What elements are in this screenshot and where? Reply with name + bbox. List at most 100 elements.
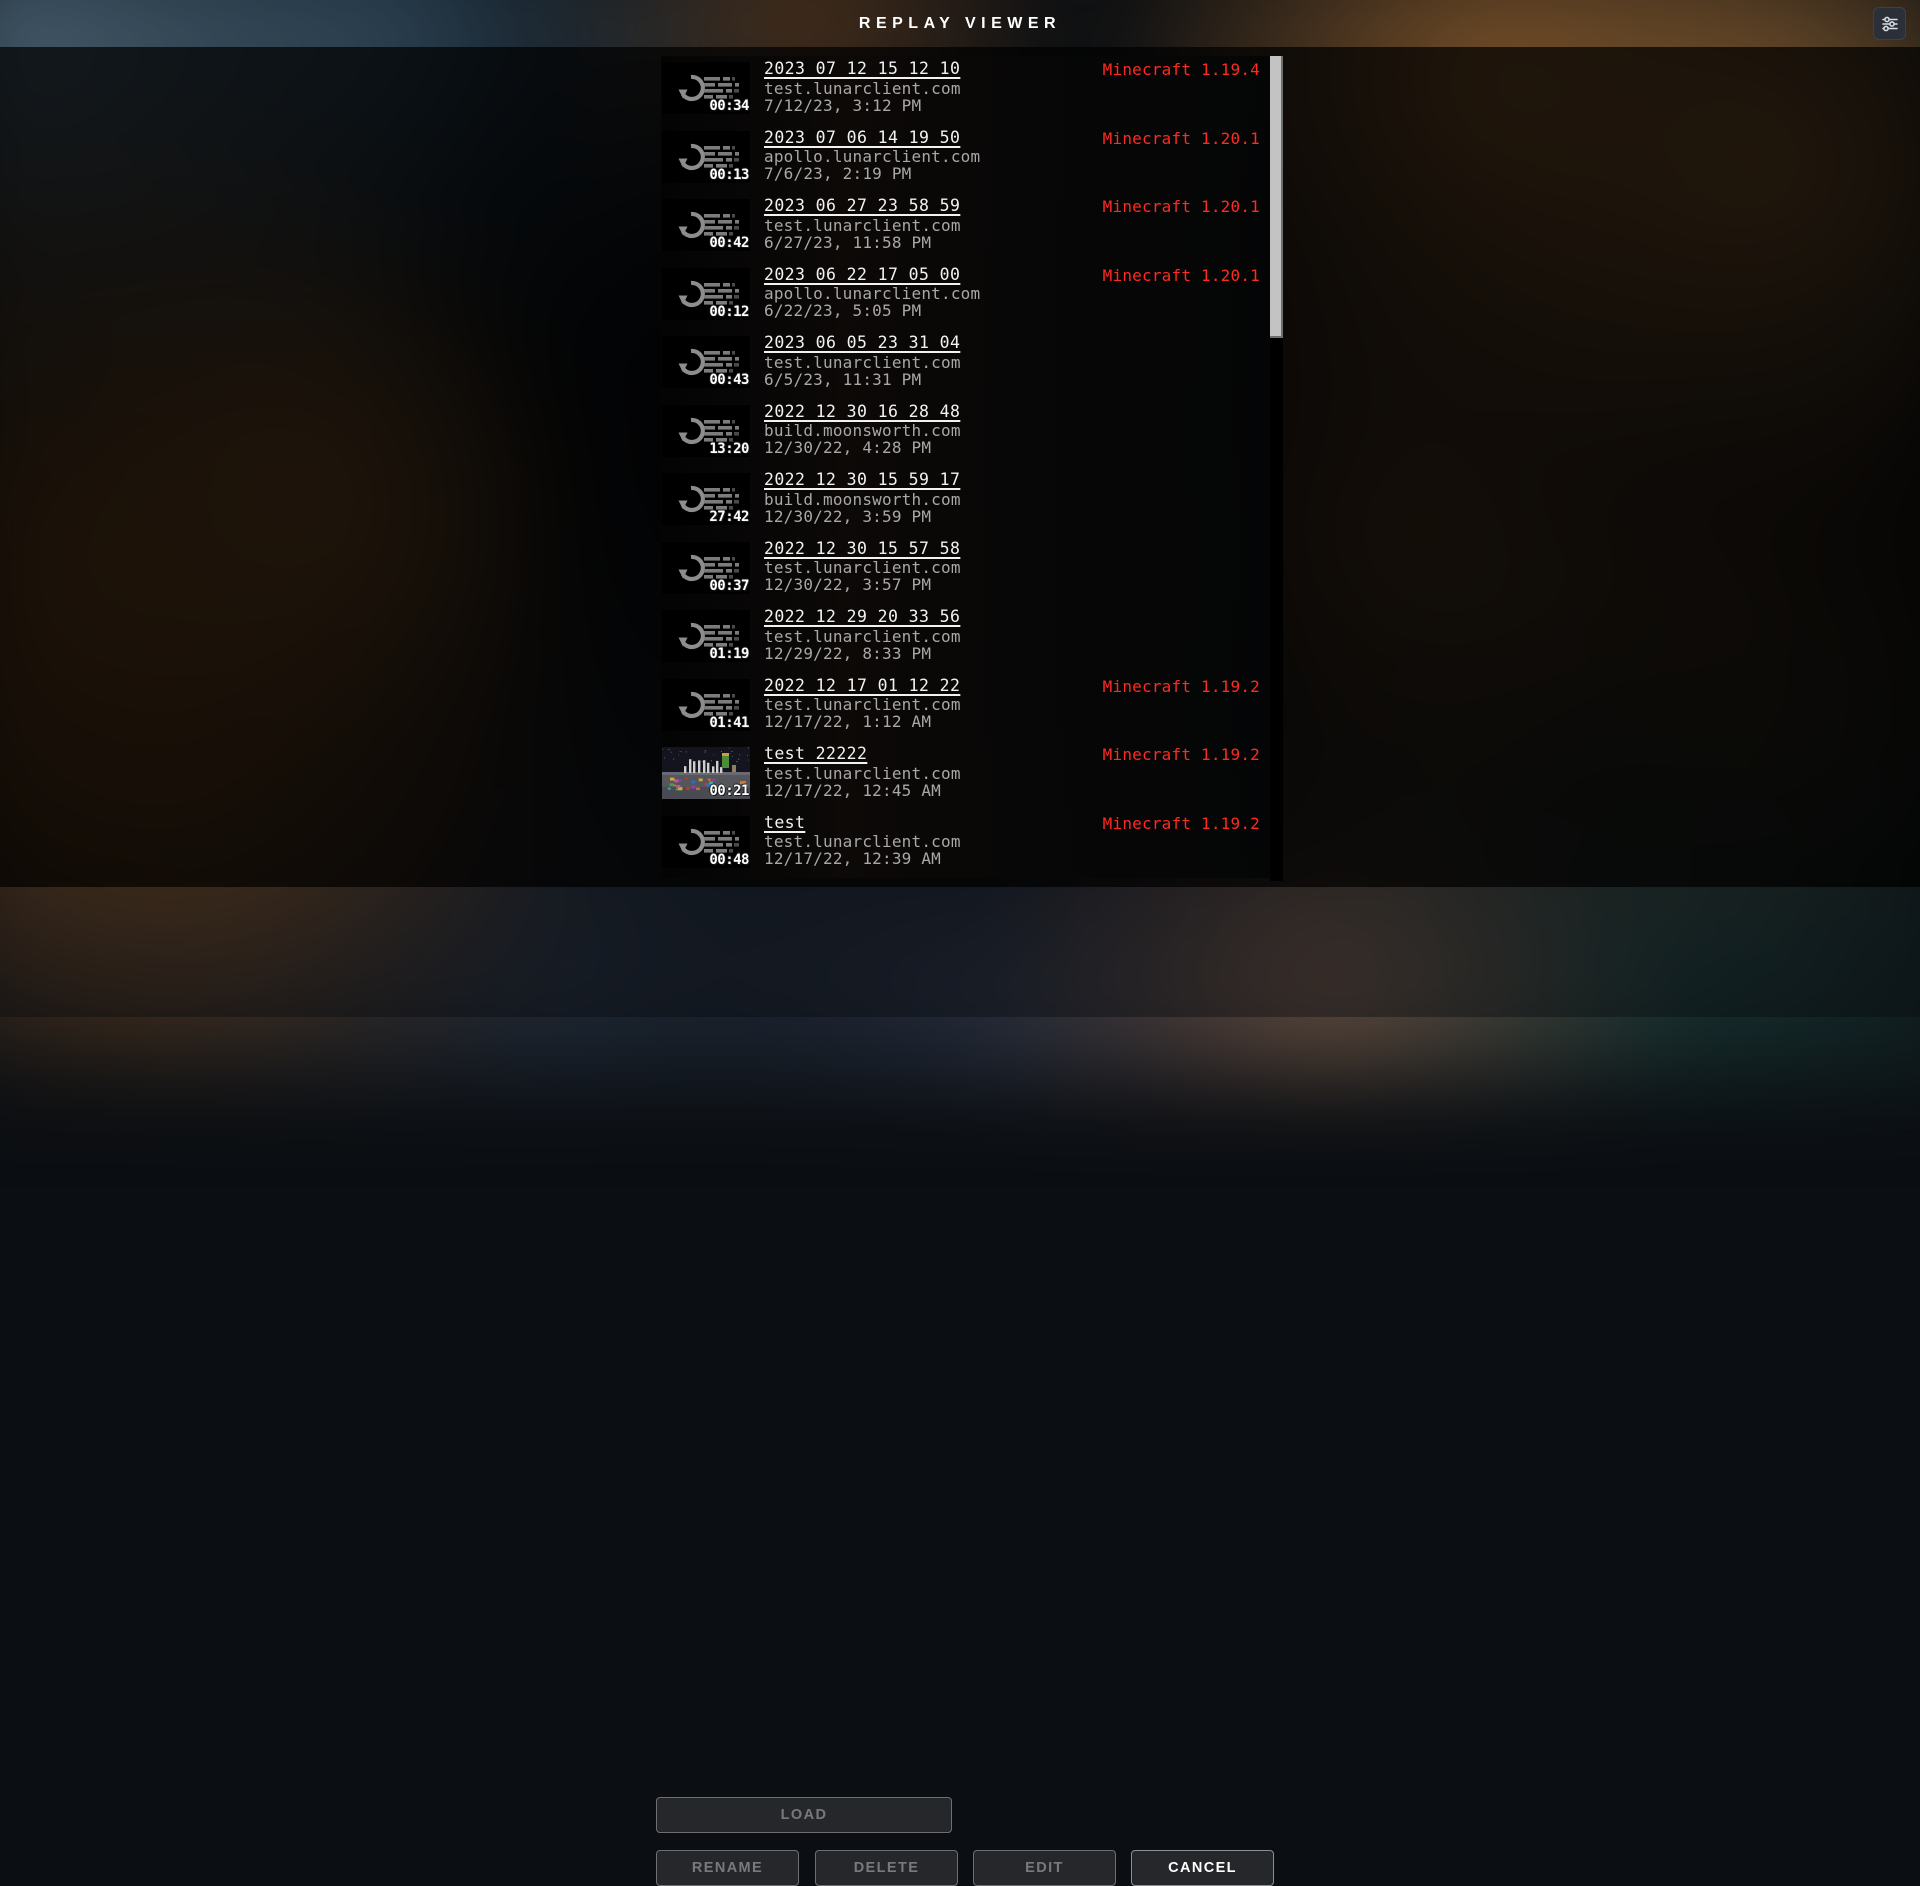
replay-title[interactable]: 2022_12_29_20_33_56 <box>764 609 960 626</box>
replay-list-item[interactable]: 00:13 2023_07_06_14_19_50 apollo.lunarcl… <box>661 125 1270 194</box>
delete-button[interactable]: DELETE <box>815 1850 958 1886</box>
sliders-icon <box>1880 14 1900 34</box>
replay-meta: 2022_12_17_01_12_22 test.lunarclient.com… <box>764 677 961 732</box>
replay-version: Minecraft 1.20.1 <box>1103 266 1260 285</box>
replay-server: test.lunarclient.com <box>764 834 961 850</box>
replay-title[interactable]: test <box>764 815 805 832</box>
replay-date: 7/6/23, 2:19 PM <box>764 166 980 182</box>
replay-thumbnail: 27:42 <box>662 473 750 525</box>
replay-date: 7/12/23, 3:12 PM <box>764 98 961 114</box>
replay-thumbnail: 00:34 <box>662 62 750 114</box>
replay-date: 6/27/23, 11:58 PM <box>764 235 961 251</box>
replay-thumbnail: 01:19 <box>662 610 750 662</box>
replay-meta: 2022_12_30_15_59_17 build.moonsworth.com… <box>764 471 961 526</box>
replay-meta: 2023_06_27_23_58_59 test.lunarclient.com… <box>764 197 961 252</box>
replay-title[interactable]: 2022_12_30_16_28_48 <box>764 404 960 421</box>
replay-server: build.moonsworth.com <box>764 423 961 439</box>
replay-title[interactable]: 2023_06_05_23_31_04 <box>764 335 960 352</box>
replay-duration: 01:19 <box>709 646 749 662</box>
replay-thumbnail: 00:43 <box>662 336 750 388</box>
replay-list-item[interactable]: 00:43 2023_06_05_23_31_04 test.lunarclie… <box>661 330 1270 399</box>
replay-date: 12/17/22, 1:12 AM <box>764 714 961 730</box>
replay-thumbnail: 01:41 <box>662 679 750 731</box>
replay-list-item[interactable]: 00:34 2023_07_12_15_12_10 test.lunarclie… <box>661 56 1270 125</box>
replay-date: 12/29/22, 8:33 PM <box>764 646 961 662</box>
replay-list-item[interactable]: 27:42 2022_12_30_15_59_17 build.moonswor… <box>661 467 1270 536</box>
replay-version: Minecraft 1.20.1 <box>1103 197 1260 216</box>
edit-button[interactable]: EDIT <box>973 1850 1116 1886</box>
replay-version: Minecraft 1.19.2 <box>1103 677 1260 696</box>
replay-list-viewport[interactable]: 00:34 2023_07_12_15_12_10 test.lunarclie… <box>661 56 1270 881</box>
replay-thumbnail: 13:20 <box>662 405 750 457</box>
replay-version: Minecraft 1.19.2 <box>1103 814 1260 833</box>
replay-title[interactable]: 2023_07_12_15_12_10 <box>764 61 960 78</box>
replay-thumbnail: 00:13 <box>662 131 750 183</box>
scrollbar-thumb[interactable] <box>1270 56 1283 338</box>
replay-list-item[interactable]: 01:19 2022_12_29_20_33_56 test.lunarclie… <box>661 604 1270 673</box>
replay-duration: 00:43 <box>709 372 749 388</box>
replay-date: 12/30/22, 3:59 PM <box>764 509 961 525</box>
replay-title[interactable]: 2023_06_22_17_05_00 <box>764 267 960 284</box>
replay-date: 6/22/23, 5:05 PM <box>764 303 980 319</box>
replay-meta: 2022_12_30_15_57_58 test.lunarclient.com… <box>764 540 961 595</box>
replay-date: 6/5/23, 11:31 PM <box>764 372 961 388</box>
replay-title[interactable]: test 22222 <box>764 746 867 763</box>
replay-server: test.lunarclient.com <box>764 81 961 97</box>
replay-duration: 00:34 <box>709 98 749 114</box>
replay-meta: 2023_07_12_15_12_10 test.lunarclient.com… <box>764 60 961 115</box>
replay-duration: 00:42 <box>709 235 749 251</box>
replay-thumbnail: 00:37 <box>662 542 750 594</box>
replay-duration: 00:21 <box>709 783 749 799</box>
replay-list-item[interactable]: 13:20 2022_12_30_16_28_48 build.moonswor… <box>661 399 1270 468</box>
replay-server: test.lunarclient.com <box>764 355 961 371</box>
replay-title[interactable]: 2022_12_30_15_59_17 <box>764 472 960 489</box>
replay-thumbnail: 00:42 <box>662 199 750 251</box>
replay-title[interactable]: 2022_12_30_15_57_58 <box>764 541 960 558</box>
replay-date: 12/30/22, 4:28 PM <box>764 440 961 456</box>
replay-meta: test 22222 test.lunarclient.com 12/17/22… <box>764 745 961 800</box>
replay-server: apollo.lunarclient.com <box>764 149 980 165</box>
load-button[interactable]: LOAD <box>656 1797 952 1833</box>
replay-duration: 27:42 <box>709 509 749 525</box>
page-title: REPLAY VIEWER <box>859 15 1061 33</box>
replay-title[interactable]: 2023_07_06_14_19_50 <box>764 130 960 147</box>
replay-list-item[interactable]: 00:37 2022_12_30_15_57_58 test.lunarclie… <box>661 536 1270 605</box>
replay-server: apollo.lunarclient.com <box>764 286 980 302</box>
replay-server: build.moonsworth.com <box>764 492 961 508</box>
replay-date: 12/17/22, 12:45 AM <box>764 783 961 799</box>
replay-server: test.lunarclient.com <box>764 766 961 782</box>
replay-version: Minecraft 1.19.4 <box>1103 60 1260 79</box>
replay-date: 12/17/22, 12:39 AM <box>764 851 961 867</box>
replay-date: 12/30/22, 3:57 PM <box>764 577 961 593</box>
replay-thumbnail: 00:12 <box>662 268 750 320</box>
replay-server: test.lunarclient.com <box>764 560 961 576</box>
replay-list-item[interactable]: 00:48 test test.lunarclient.com 12/17/22… <box>661 810 1270 879</box>
header-bar: REPLAY VIEWER <box>0 0 1920 47</box>
replay-list-item[interactable]: 00:42 2023_06_27_23_58_59 test.lunarclie… <box>661 193 1270 262</box>
replay-meta: 2023_07_06_14_19_50 apollo.lunarclient.c… <box>764 129 980 184</box>
replay-list-item[interactable]: 00:12 2023_06_22_17_05_00 apollo.lunarcl… <box>661 262 1270 331</box>
replay-list-item[interactable]: 00:21 test 22222 test.lunarclient.com 12… <box>661 741 1270 810</box>
replay-duration: 13:20 <box>709 441 749 457</box>
replay-list: 00:34 2023_07_12_15_12_10 test.lunarclie… <box>661 56 1270 878</box>
replay-meta: 2022_12_30_16_28_48 build.moonsworth.com… <box>764 403 961 458</box>
replay-server: test.lunarclient.com <box>764 629 961 645</box>
replay-meta: 2023_06_22_17_05_00 apollo.lunarclient.c… <box>764 266 980 321</box>
rename-button[interactable]: RENAME <box>656 1850 799 1886</box>
replay-list-item[interactable]: 01:41 2022_12_17_01_12_22 test.lunarclie… <box>661 673 1270 742</box>
replay-meta: 2023_06_05_23_31_04 test.lunarclient.com… <box>764 334 961 389</box>
scrollbar-track[interactable] <box>1270 56 1283 881</box>
settings-button[interactable] <box>1873 7 1906 40</box>
replay-meta: test test.lunarclient.com 12/17/22, 12:3… <box>764 814 961 869</box>
replay-duration: 00:48 <box>709 852 749 868</box>
replay-version: Minecraft 1.20.1 <box>1103 129 1260 148</box>
replay-duration: 01:41 <box>709 715 749 731</box>
replay-title[interactable]: 2023_06_27_23_58_59 <box>764 198 960 215</box>
replay-thumbnail: 00:21 <box>662 747 750 799</box>
replay-meta: 2022_12_29_20_33_56 test.lunarclient.com… <box>764 608 961 663</box>
replay-title[interactable]: 2022_12_17_01_12_22 <box>764 678 960 695</box>
replay-thumbnail: 00:48 <box>662 816 750 868</box>
replay-duration: 00:37 <box>709 578 749 594</box>
cancel-button[interactable]: CANCEL <box>1131 1850 1274 1886</box>
replay-duration: 00:13 <box>709 167 749 183</box>
